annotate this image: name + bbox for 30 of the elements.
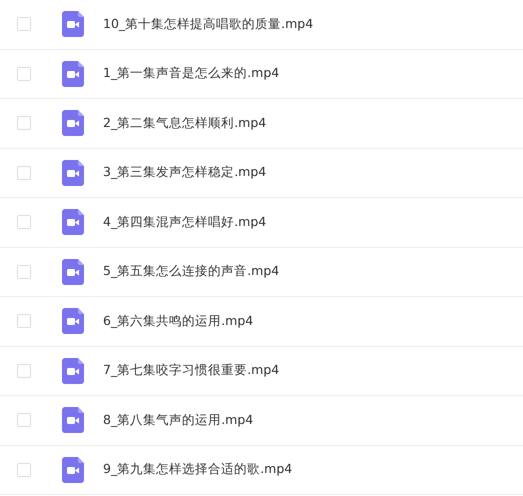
- file-name[interactable]: 5_第五集怎么连接的声音.mp4: [103, 263, 280, 280]
- file-name[interactable]: 8_第八集气声的运用.mp4: [103, 412, 254, 429]
- file-name[interactable]: 4_第四集混声怎样唱好.mp4: [103, 214, 266, 231]
- file-name[interactable]: 1_第一集声音是怎么来的.mp4: [103, 65, 280, 82]
- video-file-icon: [62, 407, 84, 434]
- checkbox[interactable]: [17, 17, 31, 32]
- checkbox[interactable]: [17, 314, 31, 328]
- video-file-icon: [62, 308, 84, 334]
- file-name[interactable]: 7_第七集咬字习惯很重要.mp4: [103, 362, 280, 380]
- video-file-icon: [62, 358, 84, 384]
- video-file-icon: [62, 60, 84, 87]
- checkbox[interactable]: [17, 462, 31, 477]
- video-file-icon: [62, 160, 84, 186]
- video-file-icon: [62, 209, 84, 236]
- file-name[interactable]: 9_第九集怎样选择合适的歌.mp4: [103, 461, 292, 478]
- file-name[interactable]: 2_第二集气息怎样顺利.mp4: [103, 114, 266, 132]
- checkbox[interactable]: [17, 215, 31, 230]
- file-name[interactable]: 10_第十集怎样提高唱歌的质量.mp4: [103, 16, 314, 33]
- video-file-icon: [62, 11, 84, 38]
- checkbox[interactable]: [17, 264, 31, 279]
- checkbox[interactable]: [17, 413, 31, 428]
- checkbox[interactable]: [17, 166, 31, 180]
- video-file-icon: [62, 258, 84, 285]
- file-name[interactable]: 3_第三集发声怎样稳定.mp4: [103, 164, 266, 182]
- checkbox[interactable]: [17, 116, 31, 130]
- checkbox[interactable]: [17, 66, 31, 81]
- file-name[interactable]: 6_第六集共鸣的运用.mp4: [103, 312, 254, 330]
- video-file-icon: [62, 110, 84, 136]
- checkbox[interactable]: [17, 364, 31, 378]
- video-file-icon: [62, 456, 84, 483]
